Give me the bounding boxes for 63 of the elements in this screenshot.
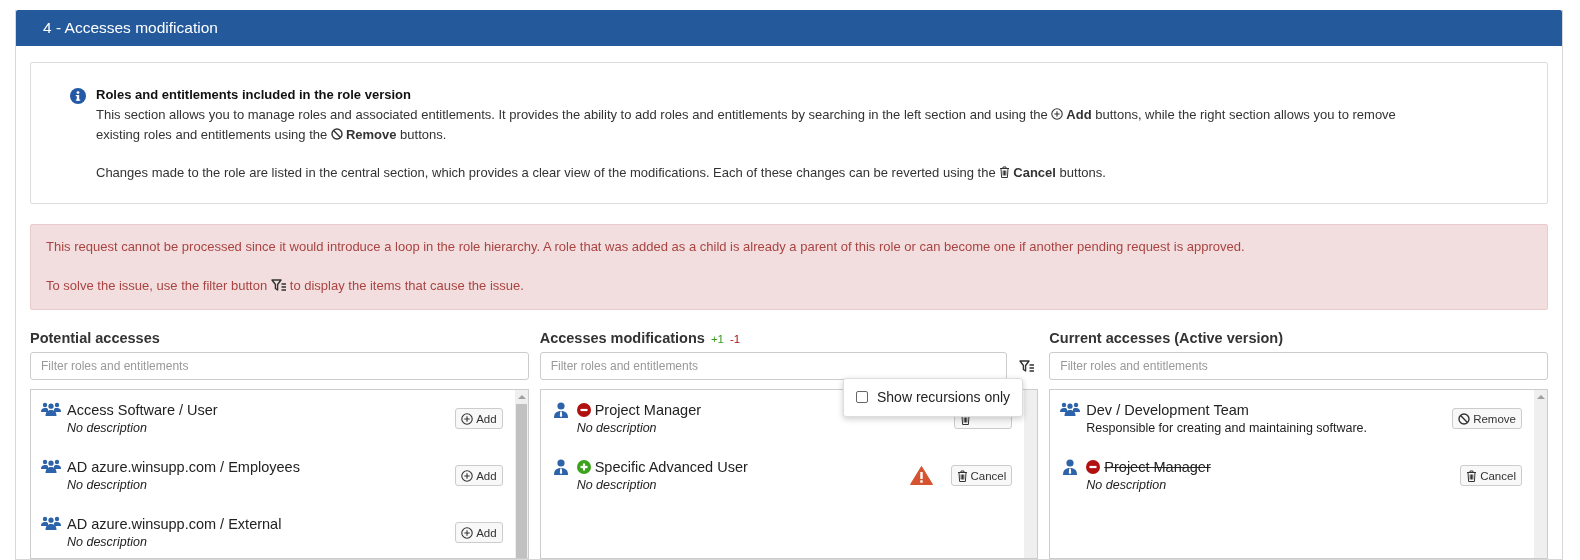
checkbox[interactable]: [856, 391, 868, 403]
ban-icon: [1458, 412, 1471, 425]
access-description: No description: [1086, 477, 1168, 493]
access-title: AD azure.winsupp.com / Employees: [67, 458, 300, 477]
filter-list-icon: [270, 279, 287, 292]
add-button[interactable]: Add: [455, 465, 503, 486]
remove-button[interactable]: Remove: [1452, 408, 1522, 429]
group-icon: [1060, 402, 1081, 417]
trash-icon: [999, 166, 1011, 178]
message-text: Changes made to the role are listed in the central section, which provides a clear view of the modifications. Each of these changes can be reverted using the: [96, 165, 996, 180]
section-title: 4 - Accesses modification: [16, 10, 1562, 46]
user-icon: [1063, 459, 1078, 475]
group-icon: [41, 402, 61, 417]
column-title: Potential accesses: [30, 330, 160, 346]
group-icon: [41, 459, 61, 474]
message-text: Remove buttons.: [345, 127, 447, 142]
add-button[interactable]: Add: [455, 522, 503, 543]
change-count: -1: [730, 333, 741, 345]
access-title: Access Software / User: [67, 401, 218, 420]
cancel-button[interactable]: Cancel: [950, 465, 1013, 486]
message-text: Cancel buttons.: [1013, 165, 1106, 180]
info-icon: [70, 88, 86, 104]
message-text: existing roles and entitlements using the: [96, 127, 328, 142]
access-description: No description: [576, 420, 658, 436]
access-description: No description: [67, 534, 148, 550]
plus-circle-icon: [461, 526, 474, 539]
message-text: This request cannot be processed since it would introduce a loop in the role hierarchy. A role that was added as a child is already a parent of this role or can become one if another pending request is approved.: [46, 239, 1245, 254]
info-title: Roles and entitlements included in the role version: [96, 86, 411, 104]
filter-list-icon: [1019, 359, 1036, 373]
scrollbar[interactable]: [1534, 390, 1547, 558]
access-title: Project Manager: [594, 401, 702, 420]
group-icon: [41, 516, 61, 531]
scrollbar[interactable]: [514, 390, 528, 558]
access-title: Dev / Development Team: [1086, 401, 1249, 420]
scrollbar[interactable]: [1024, 390, 1038, 558]
plus-circle-icon: [461, 412, 474, 425]
access-description: No description: [67, 477, 148, 493]
trash-icon: [956, 469, 968, 482]
cancel-button[interactable]: Cancel: [1460, 465, 1522, 486]
user-icon: [553, 459, 568, 475]
plus-circle-icon: [461, 469, 474, 482]
ban-icon: [330, 128, 343, 140]
column-title: Accesses modifications: [539, 330, 705, 346]
plus-circle-icon: [1051, 108, 1064, 120]
message-text: Add buttons, while the right section allows you to remove: [1066, 107, 1396, 122]
access-description: Responsible for creating and maintaining software.: [1086, 420, 1369, 436]
trash-icon: [1466, 469, 1478, 482]
message-text: to display the items that cause the issue.: [289, 278, 524, 293]
user-icon: [553, 402, 568, 418]
filter-field[interactable]: Filter roles and entitlements: [539, 352, 1008, 380]
add-button[interactable]: Add: [455, 408, 503, 429]
column-title: Current accesses (Active version): [1049, 330, 1284, 346]
filter-field[interactable]: Filter roles and entitlements: [1049, 352, 1548, 380]
change-count: +1: [710, 333, 724, 345]
message-text: This section allows you to manage roles and associated entitlements. It provides the ability to add roles and entitlements by searching in the left section and using the: [96, 107, 1048, 122]
access-description: No description: [576, 477, 658, 493]
filter-field[interactable]: Filter roles and entitlements: [30, 352, 529, 380]
access-title: Project Manager: [1104, 458, 1211, 477]
access-title: Specific Advanced User: [594, 458, 748, 477]
access-description: No description: [67, 420, 148, 436]
checkbox-label[interactable]: Show recursions only: [877, 389, 1011, 405]
message-text: To solve the issue, use the filter button: [46, 278, 268, 293]
access-title: AD azure.winsupp.com / External: [67, 515, 282, 534]
